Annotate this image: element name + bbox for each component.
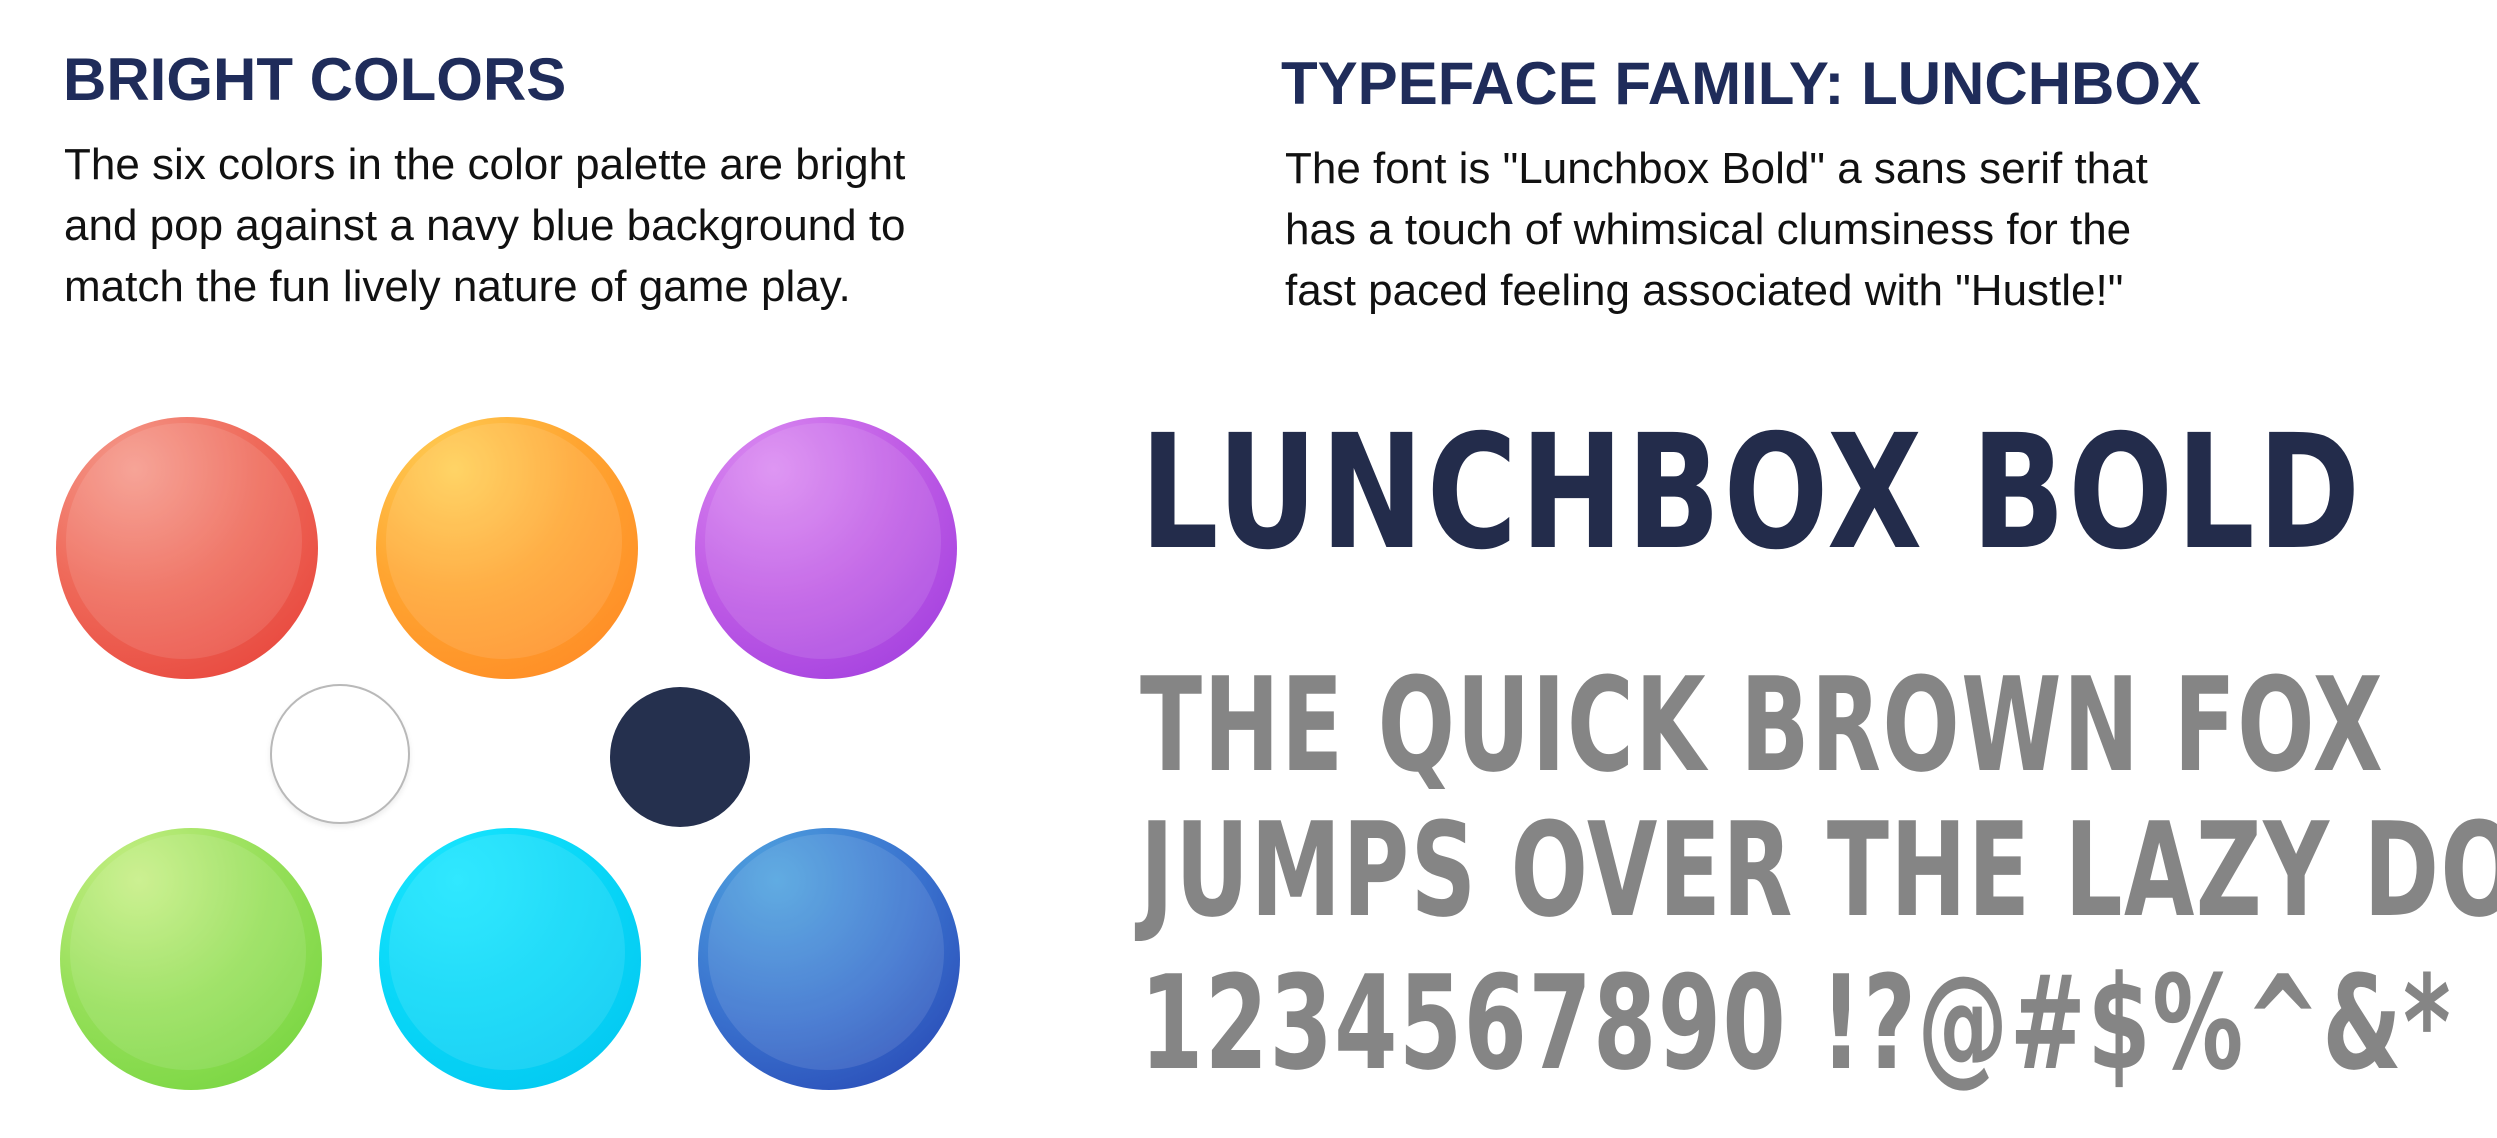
specimen-title: LUNCHBOX BOLD bbox=[1140, 401, 2364, 585]
bright-colors-heading: BRIGHT COLORS bbox=[63, 46, 567, 113]
cyan-swatch bbox=[379, 828, 641, 1090]
navy-swatch bbox=[610, 687, 750, 827]
red-swatch bbox=[56, 417, 318, 679]
description-line: The six colors in the color palette are … bbox=[64, 140, 906, 189]
specimen-line-3: 1234567890 !?@#$%^&* bbox=[1140, 947, 2453, 1099]
specimen-line-1: THE QUICK BROWN FOX bbox=[1140, 649, 2385, 801]
description-line: fast paced feeling associated with "Hust… bbox=[1285, 266, 2124, 315]
description-line: has a touch of whimsical clumsiness for … bbox=[1285, 205, 2132, 254]
white-swatch bbox=[270, 684, 410, 824]
blue-swatch bbox=[698, 828, 960, 1090]
bright-colors-description: The six colors in the color palette are … bbox=[64, 134, 906, 317]
description-line: and pop against a navy blue background t… bbox=[64, 201, 906, 250]
specimen-line-2: JUMPS OVER THE LAZY DOG bbox=[1140, 794, 2497, 946]
description-line: The font is "Lunchbox Bold" a sans serif… bbox=[1285, 144, 2148, 193]
purple-swatch bbox=[695, 417, 957, 679]
orange-swatch bbox=[376, 417, 638, 679]
typeface-description: The font is "Lunchbox Bold" a sans serif… bbox=[1285, 138, 2148, 321]
typeface-family-heading: TYPEFACE FAMILY: LUNCHBOX bbox=[1281, 50, 2202, 117]
description-line: match the fun lively nature of game play… bbox=[64, 262, 851, 311]
green-swatch bbox=[60, 828, 322, 1090]
